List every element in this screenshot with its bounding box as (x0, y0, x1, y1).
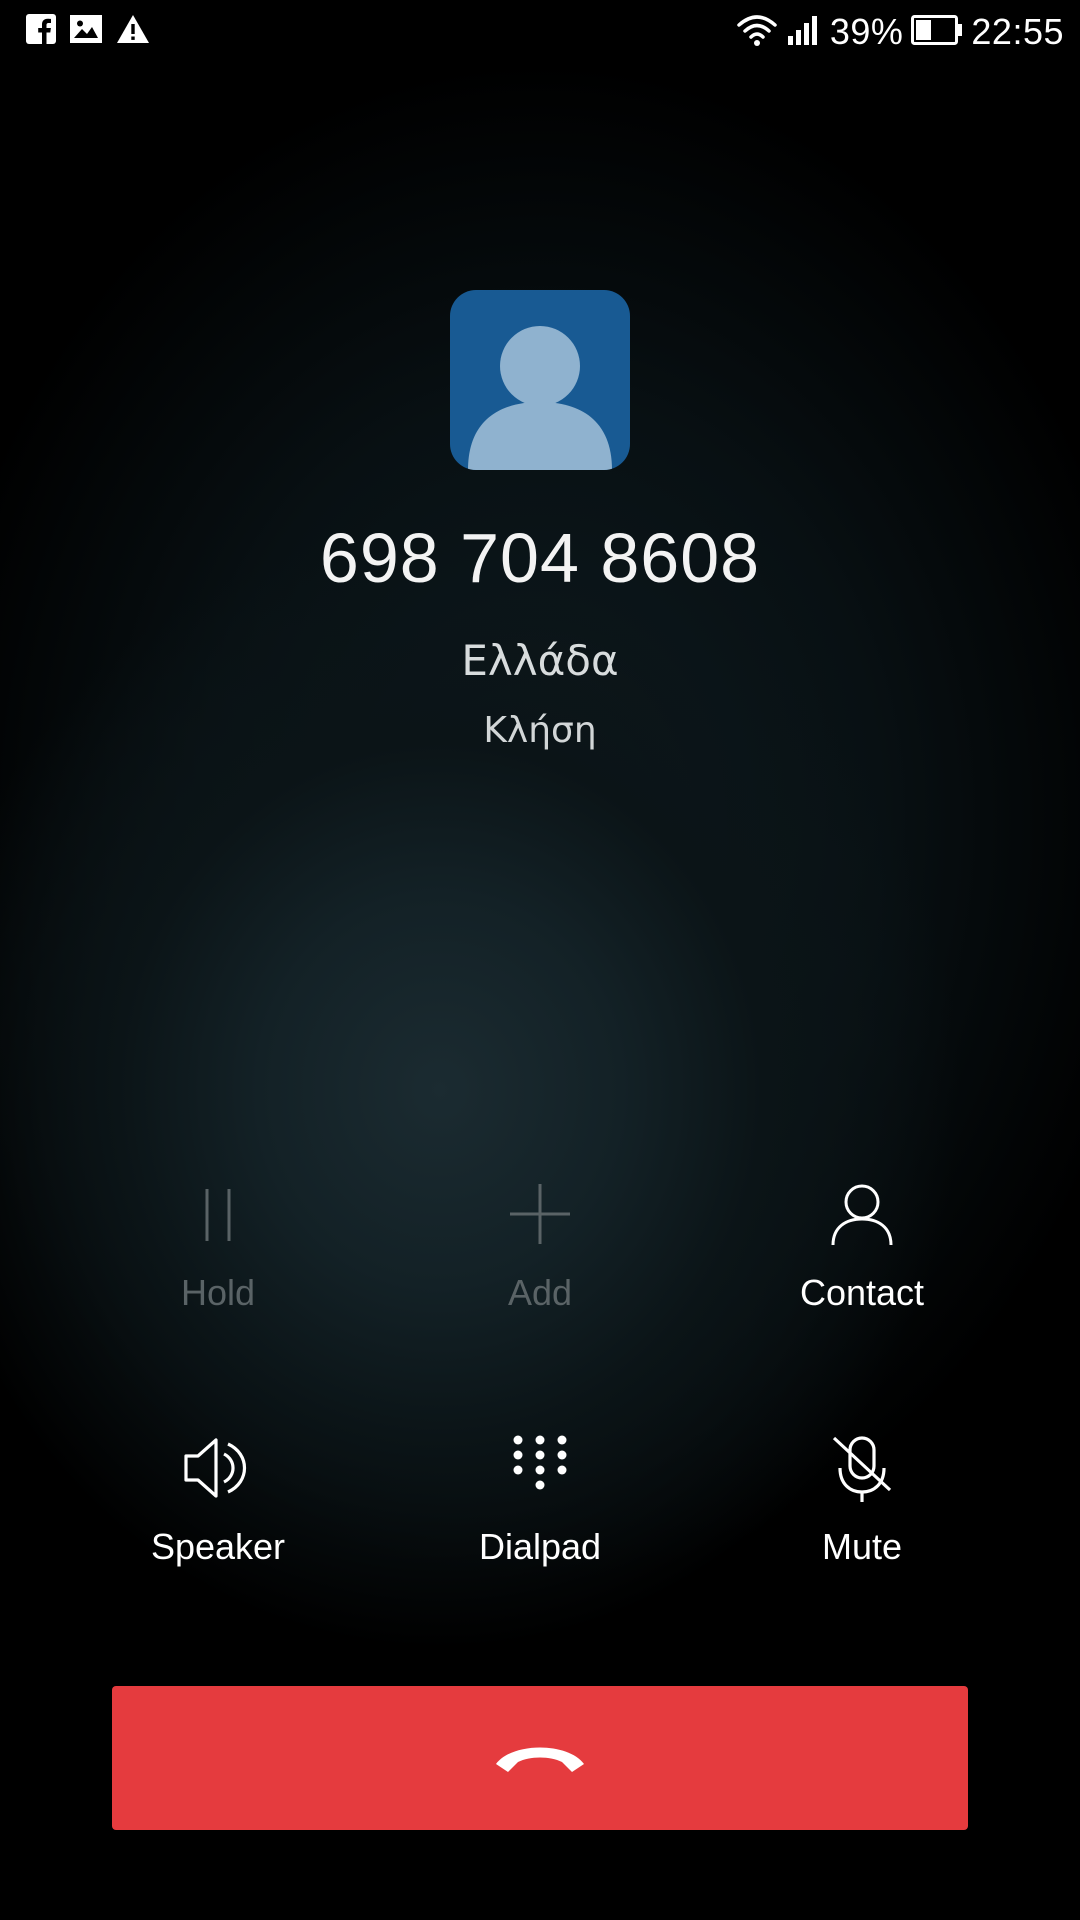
pause-icon (88, 1174, 348, 1254)
caller-number: 698 704 8608 (319, 519, 761, 597)
battery-icon (911, 15, 963, 49)
mute-button[interactable]: Mute (732, 1428, 992, 1568)
warning-icon (116, 14, 150, 48)
clock: 22:55 (971, 11, 1064, 52)
mute-label: Mute (821, 1526, 903, 1567)
status-bar: 39% 22:55 (0, 0, 1080, 64)
facebook-icon (26, 14, 56, 48)
dialpad-icon (410, 1428, 670, 1508)
signal-icon (786, 14, 822, 50)
in-call-screen: 39% 22:55 698 704 8608 Ελλάδα Κλήση Hold… (0, 0, 1080, 1920)
wifi-icon (736, 13, 778, 51)
system-status: 39% 22:55 (736, 8, 1064, 56)
dialpad-button[interactable]: Dialpad (410, 1428, 670, 1568)
add-label: Add (507, 1272, 573, 1313)
hold-button[interactable]: Hold (88, 1174, 348, 1314)
mic-off-icon (732, 1428, 992, 1508)
battery-percent: 39% (829, 11, 904, 52)
dialpad-label: Dialpad (478, 1526, 602, 1567)
notification-icons (26, 14, 150, 48)
contact-label: Contact (799, 1272, 925, 1313)
speaker-label: Speaker (150, 1526, 286, 1567)
contact-button[interactable]: Contact (732, 1174, 992, 1314)
hold-label: Hold (180, 1272, 256, 1313)
speaker-icon (88, 1428, 348, 1508)
caller-avatar (450, 290, 630, 470)
end-call-button[interactable] (112, 1686, 968, 1830)
call-status: Κλήση (483, 710, 597, 751)
gallery-icon (70, 15, 102, 47)
plus-icon (410, 1174, 670, 1254)
caller-location: Ελλάδα (461, 636, 619, 685)
person-icon (732, 1174, 992, 1254)
speaker-button[interactable]: Speaker (88, 1428, 348, 1568)
add-call-button[interactable]: Add (410, 1174, 670, 1314)
hang-up-icon (490, 1736, 590, 1780)
